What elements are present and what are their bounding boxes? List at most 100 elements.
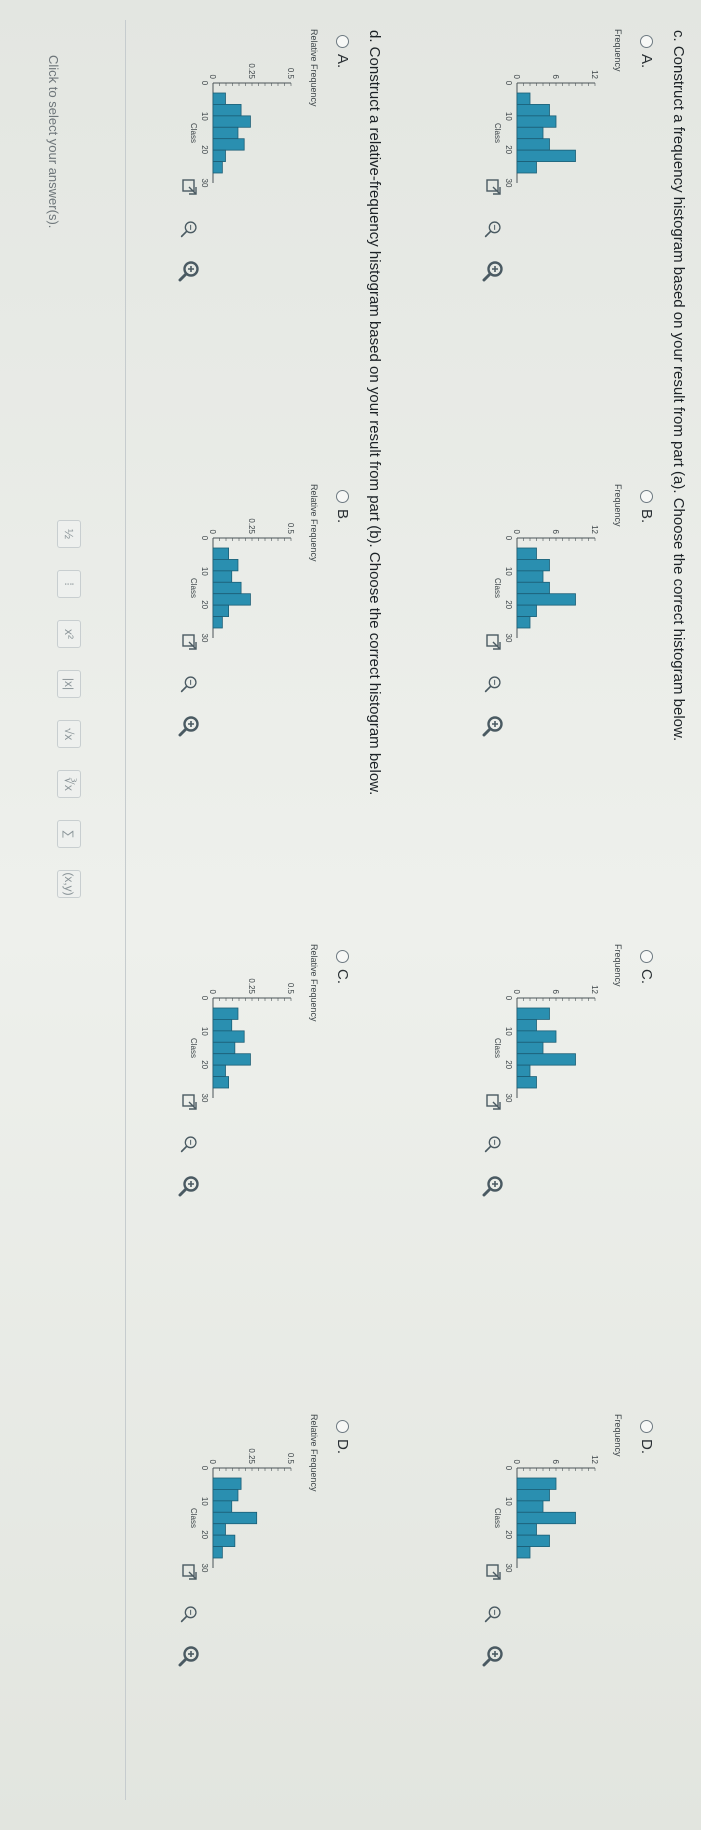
histogram-bar (212, 1489, 239, 1502)
zoom-out-icon[interactable] (177, 672, 201, 696)
math-tool-button[interactable]: √x (57, 720, 81, 748)
option-letter: C. (638, 969, 655, 984)
histogram-bar (516, 104, 550, 117)
divider (125, 20, 126, 1800)
x-tick-label: 30 (200, 179, 209, 188)
expand-icon[interactable] (481, 175, 505, 199)
y-axis-label: Frequency (613, 29, 623, 72)
y-axis-label: Relative Frequency (309, 484, 319, 562)
histogram-tools (481, 1560, 505, 1668)
y-tick-label: 0.5 (286, 68, 295, 80)
zoom-in-icon[interactable] (481, 1644, 505, 1668)
expand-icon[interactable] (481, 1560, 505, 1584)
histogram-tools (177, 175, 201, 283)
histogram-bar (212, 1064, 226, 1077)
histogram-bar (212, 92, 226, 105)
zoom-in-icon[interactable] (481, 1174, 505, 1198)
x-tick-label: 30 (200, 634, 209, 643)
x-tick-label: 0 (504, 536, 513, 541)
zoom-out-icon[interactable] (481, 217, 505, 241)
zoom-in-icon[interactable] (177, 1174, 201, 1198)
radio-button[interactable] (640, 1420, 653, 1433)
zoom-out-icon[interactable] (481, 1602, 505, 1626)
histogram-bar (212, 1041, 236, 1055)
radio-button[interactable] (336, 1420, 349, 1433)
part-c-radio-d[interactable]: D. (638, 1420, 655, 1454)
y-tick-label: 6 (551, 530, 560, 535)
radio-button[interactable] (336, 950, 349, 963)
part-d-radio-b[interactable]: B. (334, 490, 351, 523)
option-letter: D. (334, 1439, 351, 1454)
math-tool-button[interactable]: x² (57, 620, 81, 648)
radio-button[interactable] (640, 35, 653, 48)
y-axis-label: Frequency (613, 944, 623, 987)
math-tool-button[interactable]: (x,y) (57, 870, 81, 898)
x-tick-label: 10 (504, 567, 513, 576)
expand-icon[interactable] (481, 630, 505, 654)
x-tick-label: 0 (504, 996, 513, 1001)
expand-icon[interactable] (177, 175, 201, 199)
math-tool-button[interactable]: ⁞ (57, 570, 81, 598)
x-tick-label: 20 (504, 1060, 513, 1069)
zoom-in-icon[interactable] (177, 259, 201, 283)
part-c-radio-b[interactable]: B. (638, 490, 655, 523)
math-tool-button[interactable]: ∑ (57, 820, 81, 848)
zoom-in-icon[interactable] (481, 259, 505, 283)
histogram-bar (516, 1489, 550, 1502)
histogram-bar (516, 1546, 531, 1559)
histogram-bar (212, 559, 239, 572)
y-tick-label: 0 (208, 75, 217, 80)
zoom-out-icon[interactable] (481, 1132, 505, 1156)
expand-icon[interactable] (481, 1090, 505, 1114)
expand-icon[interactable] (177, 630, 201, 654)
y-axis-label: Frequency (613, 484, 623, 527)
radio-button[interactable] (640, 490, 653, 503)
option-letter: B. (334, 509, 351, 524)
histogram-bar (516, 604, 537, 617)
histogram-bar (212, 1477, 242, 1490)
zoom-out-icon[interactable] (177, 1602, 201, 1626)
histogram-bar (516, 1064, 531, 1077)
part-c-radio-c[interactable]: C. (638, 950, 655, 984)
zoom-in-icon[interactable] (177, 714, 201, 738)
histogram-bar (516, 1523, 537, 1536)
zoom-out-icon[interactable] (177, 217, 201, 241)
math-tool-button[interactable]: ½ (57, 520, 81, 548)
x-tick-label: 20 (504, 1530, 513, 1539)
histogram-bar (516, 1053, 576, 1066)
part-d-radio-a[interactable]: A. (334, 35, 351, 68)
radio-button[interactable] (336, 35, 349, 48)
expand-icon[interactable] (177, 1560, 201, 1584)
part-c-radio-a[interactable]: A. (638, 35, 655, 68)
option-letter: C. (334, 969, 351, 984)
histogram-bar (516, 115, 557, 128)
option-letter: A. (638, 54, 655, 69)
histogram-bar (212, 126, 239, 140)
expand-icon[interactable] (177, 1090, 201, 1114)
math-tool-button[interactable]: |x| (57, 670, 81, 698)
histogram-tools (481, 630, 505, 738)
zoom-in-icon[interactable] (481, 714, 505, 738)
zoom-in-icon[interactable] (177, 1644, 201, 1668)
part-d-question: d. Construct a relative-frequency histog… (366, 30, 383, 796)
histogram-bar (516, 547, 537, 560)
zoom-out-icon[interactable] (177, 1132, 201, 1156)
radio-button[interactable] (640, 950, 653, 963)
part-c-question: c. Construct a frequency histogram based… (670, 30, 687, 742)
part-d-radio-d[interactable]: D. (334, 1420, 351, 1454)
x-tick-label: 0 (200, 1466, 209, 1471)
option-letter: B. (638, 509, 655, 524)
histogram-tools (481, 1090, 505, 1198)
histogram-bar (212, 115, 251, 128)
radio-button[interactable] (336, 490, 349, 503)
x-tick-label: 0 (200, 536, 209, 541)
y-axis-label: Relative Frequency (309, 29, 319, 107)
histogram-bar (516, 149, 576, 162)
math-tool-button[interactable]: ∛x (57, 770, 81, 798)
y-tick-label: 0 (512, 1460, 521, 1465)
page: c. Construct a frequency histogram based… (0, 0, 701, 1830)
part-d-radio-c[interactable]: C. (334, 950, 351, 984)
histogram-bar (212, 604, 229, 617)
zoom-out-icon[interactable] (481, 672, 505, 696)
x-tick-label: 10 (504, 1497, 513, 1506)
